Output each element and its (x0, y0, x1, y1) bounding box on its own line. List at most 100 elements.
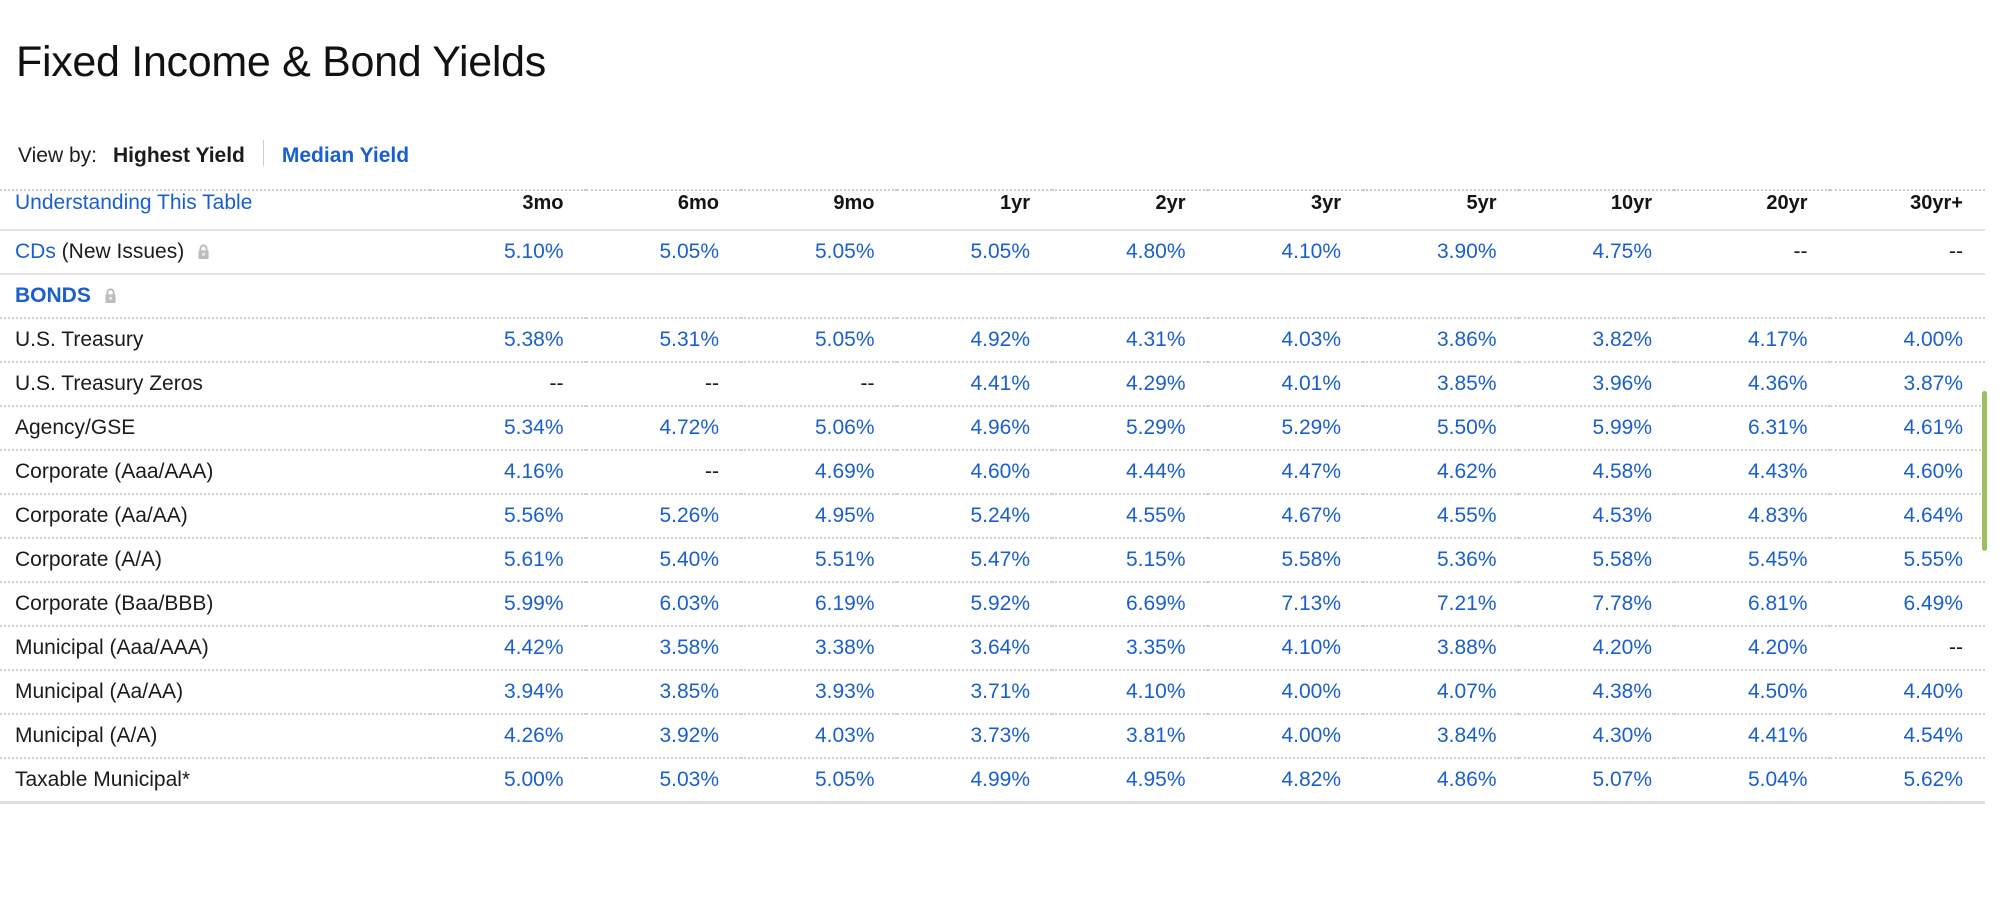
yield-cell: 5.15% (1125, 548, 1186, 572)
yield-cell: 3.81% (1125, 724, 1186, 748)
yield-cell: 4.43% (1747, 460, 1808, 484)
yield-cell: 4.54% (1903, 724, 1963, 748)
yield-cell: 3.85% (659, 680, 719, 704)
yield-cell: 3.82% (1592, 328, 1652, 352)
yield-cell: 5.92% (970, 592, 1030, 616)
yield-cell: 5.05% (970, 240, 1030, 264)
yield-cell: 5.29% (1125, 416, 1186, 440)
row-label-text: U.S. Treasury Zeros (15, 372, 203, 396)
yield-cell: 4.82% (1281, 768, 1341, 792)
yield-cell: 7.78% (1592, 592, 1652, 616)
view-by-option-highest-yield[interactable]: Highest Yield (113, 144, 245, 168)
column-header-5yr: 5yr (1466, 192, 1497, 215)
view-by-option-median-yield[interactable]: Median Yield (282, 144, 409, 168)
row-label: Corporate (Aa/AA) (0, 494, 430, 538)
row-label-link[interactable]: CDs (15, 240, 56, 263)
yield-cell: 5.07% (1592, 768, 1652, 792)
row-label-text: (New Issues) (55, 240, 185, 264)
table-row: Corporate (Baa/BBB) 5.99% 6.03% 6.19% 5.92% 6… (0, 582, 1985, 627)
yield-cell: 4.10% (1281, 636, 1341, 660)
yield-cell: 3.85% (1436, 372, 1497, 396)
yield-cell: 5.05% (814, 240, 875, 264)
table-body: CDs (New Issues) 5.10% 5.05% 5.05% 5.05% 4.80… (0, 230, 1985, 803)
yield-cell: 4.00% (1281, 724, 1341, 748)
yield-cell: 7.13% (1281, 592, 1341, 616)
yield-cell: 4.50% (1747, 680, 1808, 704)
yield-cell: 3.58% (659, 636, 719, 660)
yield-cell: 5.62% (1903, 768, 1963, 792)
table-row: Municipal (Aaa/AAA) 4.42% 3.58% 3.38% 3.64% 3… (0, 626, 1985, 671)
yield-cell: 5.26% (659, 504, 719, 528)
row-label: U.S. Treasury Zeros (0, 362, 430, 406)
yield-cell: 4.16% (503, 460, 564, 484)
yield-cell: 5.05% (814, 768, 875, 792)
row-label[interactable]: BONDS (0, 274, 430, 318)
yield-cell: 4.83% (1747, 504, 1808, 528)
column-header-10yr: 10yr (1610, 192, 1652, 215)
vertical-scrollbar-track[interactable] (1982, 29, 1994, 898)
yield-cell: 5.50% (1436, 416, 1497, 440)
yield-cell: 4.60% (970, 460, 1030, 484)
yield-cell (897, 274, 1053, 318)
column-header-1yr: 1yr (999, 192, 1030, 215)
row-label-text: Corporate (Aaa/AAA) (15, 460, 214, 484)
yield-cell: 4.03% (814, 724, 875, 748)
yield-cell: 4.31% (1125, 328, 1186, 352)
yield-cell: 5.45% (1747, 548, 1808, 572)
yield-cell: -- (1949, 240, 1963, 264)
yields-table-container: Understanding This Table 3mo 6mo 9mo 1yr 2yr… (0, 189, 1999, 804)
yield-cell: 4.72% (659, 416, 719, 440)
row-label: Taxable Municipal* (0, 758, 430, 803)
yield-cell: 6.19% (814, 592, 875, 616)
column-header-3mo: 3mo (522, 192, 564, 215)
yield-cell: 4.10% (1281, 240, 1341, 264)
yield-cell: 4.42% (503, 636, 564, 660)
yield-cell: 4.38% (1592, 680, 1652, 704)
row-label-text: Taxable Municipal* (15, 768, 191, 792)
table-header: Understanding This Table 3mo 6mo 9mo 1yr 2yr… (0, 190, 1985, 231)
yield-cell: 4.00% (1281, 680, 1341, 704)
row-label-link[interactable]: BONDS (15, 284, 91, 307)
row-label-text: Municipal (Aaa/AAA) (15, 636, 209, 660)
yield-cell: 5.99% (503, 592, 564, 616)
table-row: BONDS (0, 274, 1985, 319)
yield-cell (1519, 274, 1675, 318)
yield-cell: 6.49% (1903, 592, 1963, 616)
view-by-label: View by: (18, 144, 97, 168)
yield-cell: 3.96% (1592, 372, 1652, 396)
understanding-this-table-link[interactable]: Understanding This Table (0, 190, 430, 230)
yield-cell: 4.64% (1903, 504, 1963, 528)
yield-cell: 6.81% (1747, 592, 1808, 616)
yield-cell: -- (1793, 240, 1808, 264)
yield-cell: -- (549, 372, 564, 396)
row-label[interactable]: CDs (New Issues) (0, 230, 430, 274)
lock-icon (104, 288, 117, 304)
column-header-20yr: 20yr (1766, 192, 1808, 215)
yield-cell: 6.69% (1125, 592, 1186, 616)
yield-cell: -- (860, 372, 875, 396)
row-label-text: Corporate (A/A) (15, 548, 163, 572)
column-header-6mo: 6mo (677, 192, 719, 215)
yield-cell: 4.20% (1747, 636, 1808, 660)
column-header-30yrplus: 30yr+ (1910, 192, 1963, 215)
vertical-scrollbar-thumb[interactable] (1982, 390, 1987, 551)
row-label: Municipal (A/A) (0, 714, 430, 758)
yield-cell: 4.44% (1125, 460, 1186, 484)
yield-cell: 3.92% (659, 724, 719, 748)
yield-cell: 5.10% (503, 240, 564, 264)
page-root: Fixed Income & Bond Yields View by: High… (0, 28, 1999, 898)
yield-cell: 4.60% (1903, 460, 1963, 484)
yield-cell: 4.36% (1747, 372, 1808, 396)
yield-cell: 4.61% (1903, 416, 1963, 440)
yield-cell: 4.29% (1125, 372, 1186, 396)
table-row: Taxable Municipal* 5.00% 5.03% 5.05% 4.99% 4.… (0, 758, 1985, 803)
table-row: U.S. Treasury 5.38% 5.31% 5.05% 4.92% 4.31% 4.… (0, 318, 1985, 363)
yield-cell: 4.26% (503, 724, 564, 748)
row-label: U.S. Treasury (0, 318, 430, 362)
yield-cell: 4.86% (1436, 768, 1497, 792)
yield-cell: 4.69% (814, 460, 875, 484)
yield-cell: 4.92% (970, 328, 1030, 352)
yield-cell: 4.53% (1592, 504, 1652, 528)
yield-cell: 5.58% (1281, 548, 1341, 572)
yield-cell: 5.40% (659, 548, 719, 572)
